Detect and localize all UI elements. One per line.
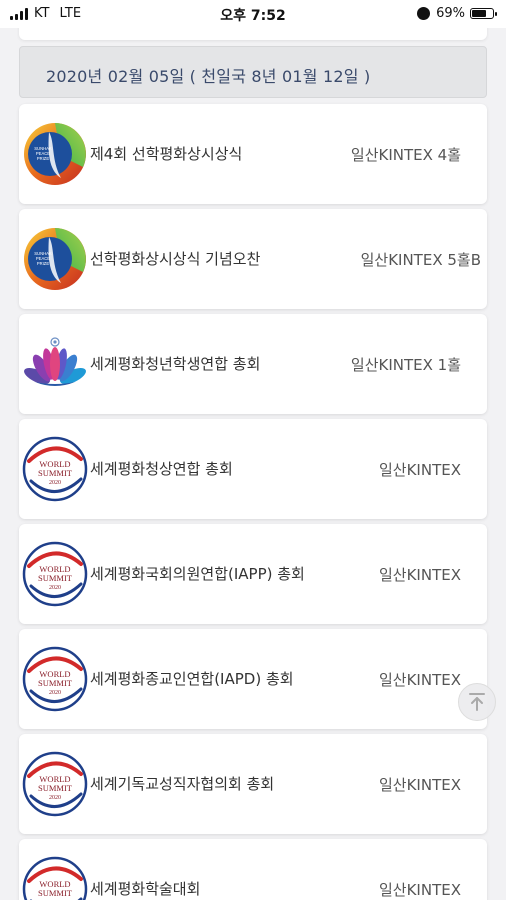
event-venue: 일산KINTEX 5홀B xyxy=(360,250,481,269)
event-card[interactable]: WORLD SUMMIT 2020 세계평화국회의원연합(IAPP) 총회 일산K… xyxy=(19,524,487,624)
svg-text:PRIZE: PRIZE xyxy=(37,156,50,161)
event-venue: 일산KINTEX xyxy=(379,565,461,584)
event-title: 세계평화종교인연합(IAPD) 총회 xyxy=(90,670,294,688)
event-title: 세계평화학술대회 xyxy=(90,880,201,898)
status-right: 69% xyxy=(417,6,497,21)
event-title: 세계평화국회의원연합(IAPP) 총회 xyxy=(90,565,305,583)
alarm-icon xyxy=(417,7,431,20)
svg-text:2020: 2020 xyxy=(49,585,61,591)
svg-text:SUMMIT: SUMMIT xyxy=(38,573,73,583)
date-header: 2020년 02월 05일 ( 천일국 8년 01월 12일 ) xyxy=(19,46,487,98)
event-card[interactable]: SUNHAK PEACE PRIZE 선학평화상시상식 기념오찬 일산KINTEX… xyxy=(19,209,487,309)
date-header-label: 2020년 02월 05일 ( 천일국 8년 01월 12일 ) xyxy=(46,67,371,86)
event-venue: 일산KINTEX 1홀 xyxy=(350,355,461,374)
svg-text:2020: 2020 xyxy=(49,690,61,696)
event-title: 선학평화상시상식 기념오찬 xyxy=(90,250,261,268)
event-list: SUNHAK PEACE PRIZE 제4회 선학평화상시상식 일산KINTEX … xyxy=(19,104,487,900)
event-title: 세계기독교성직자협의회 총회 xyxy=(90,775,275,793)
event-card[interactable]: WORLD SUMMIT 2020 세계평화학술대회 일산KINTEX xyxy=(19,839,487,900)
event-venue: 일산KINTEX xyxy=(379,670,461,689)
sunhak-peace-prize-logo: SUNHAK PEACE PRIZE xyxy=(21,120,89,188)
battery-icon xyxy=(470,8,497,19)
svg-text:2020: 2020 xyxy=(49,480,61,486)
svg-text:PRIZE: PRIZE xyxy=(37,261,50,266)
event-card[interactable]: 세계평화청년학생연합 총회 일산KINTEX 1홀 xyxy=(19,314,487,414)
world-summit-logo: WORLD SUMMIT 2020 xyxy=(21,435,89,503)
event-venue: 일산KINTEX xyxy=(379,460,461,479)
svg-text:SUMMIT: SUMMIT xyxy=(38,678,73,688)
world-summit-logo: WORLD SUMMIT 2020 xyxy=(21,855,89,900)
svg-text:SUMMIT: SUMMIT xyxy=(38,468,73,478)
event-title: 제4회 선학평화상시상식 xyxy=(90,145,243,163)
world-summit-logo: WORLD SUMMIT 2020 xyxy=(21,540,89,608)
svg-text:SUMMIT: SUMMIT xyxy=(38,888,73,898)
svg-text:2020: 2020 xyxy=(49,795,61,801)
event-venue: 일산KINTEX xyxy=(379,775,461,794)
svg-text:SUMMIT: SUMMIT xyxy=(38,783,73,793)
lotus-logo xyxy=(21,330,89,398)
status-bar: KT LTE 오후 7:52 69% xyxy=(0,0,506,28)
event-venue: 일산KINTEX 4홀 xyxy=(350,145,461,164)
event-card[interactable]: WORLD SUMMIT 2020 세계기독교성직자협의회 총회 일산KINTEX xyxy=(19,734,487,834)
scroll-top-button[interactable] xyxy=(458,683,496,721)
event-venue: 일산KINTEX xyxy=(379,880,461,899)
arrow-up-icon xyxy=(469,693,485,711)
event-title: 세계평화청상연합 총회 xyxy=(90,460,233,478)
battery-percent: 69% xyxy=(436,6,465,21)
world-summit-logo: WORLD SUMMIT 2020 xyxy=(21,750,89,818)
event-card[interactable]: WORLD SUMMIT 2020 세계평화종교인연합(IAPD) 총회 일산KI… xyxy=(19,629,487,729)
event-title: 세계평화청년학생연합 총회 xyxy=(90,355,261,373)
event-card[interactable]: WORLD SUMMIT 2020 세계평화청상연합 총회 일산KINTEX xyxy=(19,419,487,519)
sunhak-peace-prize-logo: SUNHAK PEACE PRIZE xyxy=(21,225,89,293)
world-summit-logo: WORLD SUMMIT 2020 xyxy=(21,645,89,713)
event-card[interactable]: SUNHAK PEACE PRIZE 제4회 선학평화상시상식 일산KINTEX … xyxy=(19,104,487,204)
